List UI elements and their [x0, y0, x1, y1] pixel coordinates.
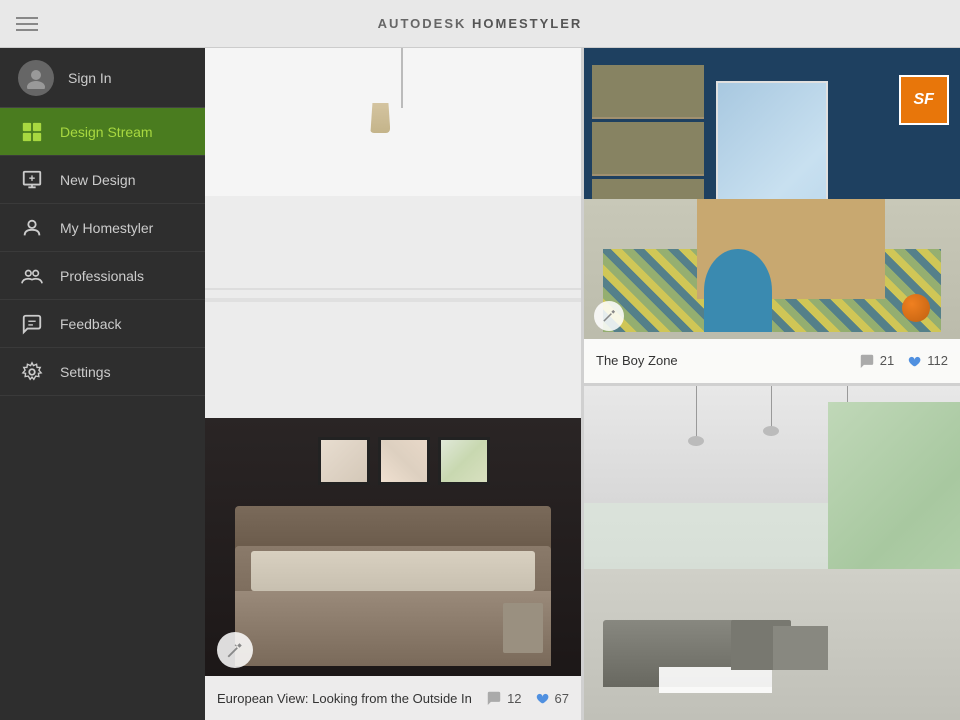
main-comment-stat: 12: [486, 691, 521, 706]
main-like-count: 67: [555, 691, 569, 706]
pendant-shade: [370, 103, 390, 133]
chair-left: [773, 626, 828, 669]
top-right-comment-count: 21: [880, 353, 894, 368]
bz-shelf-2: [592, 122, 705, 176]
main-like-stat: 67: [534, 691, 569, 706]
sign-in-button[interactable]: Sign In: [0, 48, 205, 108]
wand-icon: [226, 641, 244, 659]
heart-icon-tr: [906, 354, 922, 368]
top-right-comment-stat: 21: [859, 353, 894, 368]
bz-chair: [704, 249, 772, 333]
bedroom-scene: [205, 48, 581, 720]
title-suffix: HOMESTYLER: [472, 16, 582, 31]
top-right-caption-bar: The Boy Zone 21 112: [584, 339, 960, 383]
my-homestyler-icon: [21, 217, 43, 239]
side-table: [503, 603, 543, 653]
menu-bar-1: [16, 17, 38, 19]
feedback-icon-box: [18, 310, 46, 338]
sidebar-label-my-homestyler: My Homestyler: [60, 220, 153, 236]
top-right-caption-text: The Boy Zone: [596, 353, 851, 368]
main-caption-text: European View: Looking from the Outside …: [217, 691, 478, 706]
avatar: [18, 60, 54, 96]
sidebar-label-feedback: Feedback: [60, 316, 121, 332]
modern-scene: [584, 386, 960, 720]
render-icon-main[interactable]: [217, 632, 253, 668]
sidebar-label-new-design: New Design: [60, 172, 135, 188]
art-frame-3: [438, 437, 490, 485]
main-caption-bar: European View: Looking from the Outside …: [205, 676, 581, 720]
pendant-2: [771, 386, 772, 456]
top-right-like-stat: 112: [906, 353, 948, 368]
main-comment-count: 12: [507, 691, 521, 706]
avatar-icon: [25, 67, 47, 89]
comment-icon: [486, 691, 502, 705]
sidebar-item-settings[interactable]: Settings: [0, 348, 205, 396]
sidebar-item-professionals[interactable]: Professionals: [0, 252, 205, 300]
top-right-like-count: 112: [927, 353, 948, 368]
menu-button[interactable]: [16, 17, 38, 31]
panel-bottom-right[interactable]: [584, 386, 960, 720]
heart-icon-main: [534, 691, 550, 705]
sign-in-label: Sign In: [68, 70, 112, 86]
modern-table: [659, 667, 772, 694]
sidebar-label-design-stream: Design Stream: [60, 124, 153, 140]
my-homestyler-icon-box: [18, 214, 46, 242]
render-icon-top-right[interactable]: [594, 301, 624, 331]
comment-icon-tr: [859, 354, 875, 368]
settings-icon-box: [18, 358, 46, 386]
pendant-wire-2: [771, 386, 772, 436]
panel-top-right[interactable]: SF The Boy Zone 21: [584, 48, 960, 383]
panel-main[interactable]: European View: Looking from the Outside …: [205, 48, 581, 720]
new-design-icon: [21, 169, 43, 191]
wand-icon-small: [602, 308, 617, 323]
app-title: AUTODESK HOMESTYLER: [378, 16, 583, 31]
sf-giants-logo: SF: [899, 75, 949, 125]
pendant-shade-2: [763, 426, 779, 436]
sidebar: Sign In Design Stream New Design: [0, 48, 205, 720]
menu-bar-3: [16, 29, 38, 31]
header: AUTODESK HOMESTYLER: [0, 0, 960, 48]
sidebar-item-feedback[interactable]: Feedback: [0, 300, 205, 348]
pendant-1: [696, 386, 697, 456]
bed-pillows: [251, 551, 535, 591]
bed-headboard: [235, 506, 551, 551]
sidebar-label-professionals: Professionals: [60, 268, 144, 284]
feedback-icon: [21, 313, 43, 335]
art-frame-2: [378, 437, 430, 485]
professionals-icon: [21, 265, 43, 287]
bz-shelf-1: [592, 65, 705, 119]
art-frames: [318, 437, 490, 485]
sidebar-label-settings: Settings: [60, 364, 111, 380]
new-design-icon-box: [18, 166, 46, 194]
boy-zone-scene: SF: [584, 48, 960, 383]
main-caption-stats: 12 67: [486, 691, 569, 706]
design-stream-icon-box: [18, 118, 46, 146]
pendant-wire: [401, 48, 403, 108]
design-stream-icon: [21, 121, 43, 143]
bedroom-wall: [205, 48, 581, 418]
art-frame-1: [318, 437, 370, 485]
main-content: European View: Looking from the Outside …: [205, 48, 960, 720]
sidebar-item-design-stream[interactable]: Design Stream: [0, 108, 205, 156]
pendant-wire-1: [696, 386, 697, 446]
sidebar-item-my-homestyler[interactable]: My Homestyler: [0, 204, 205, 252]
settings-icon: [21, 361, 43, 383]
professionals-icon-box: [18, 262, 46, 290]
sidebar-item-new-design[interactable]: New Design: [0, 156, 205, 204]
menu-bar-2: [16, 23, 38, 25]
title-prefix: AUTODESK: [378, 16, 467, 31]
top-right-caption-stats: 21 112: [859, 353, 948, 368]
pendant-shade-1: [688, 436, 704, 446]
